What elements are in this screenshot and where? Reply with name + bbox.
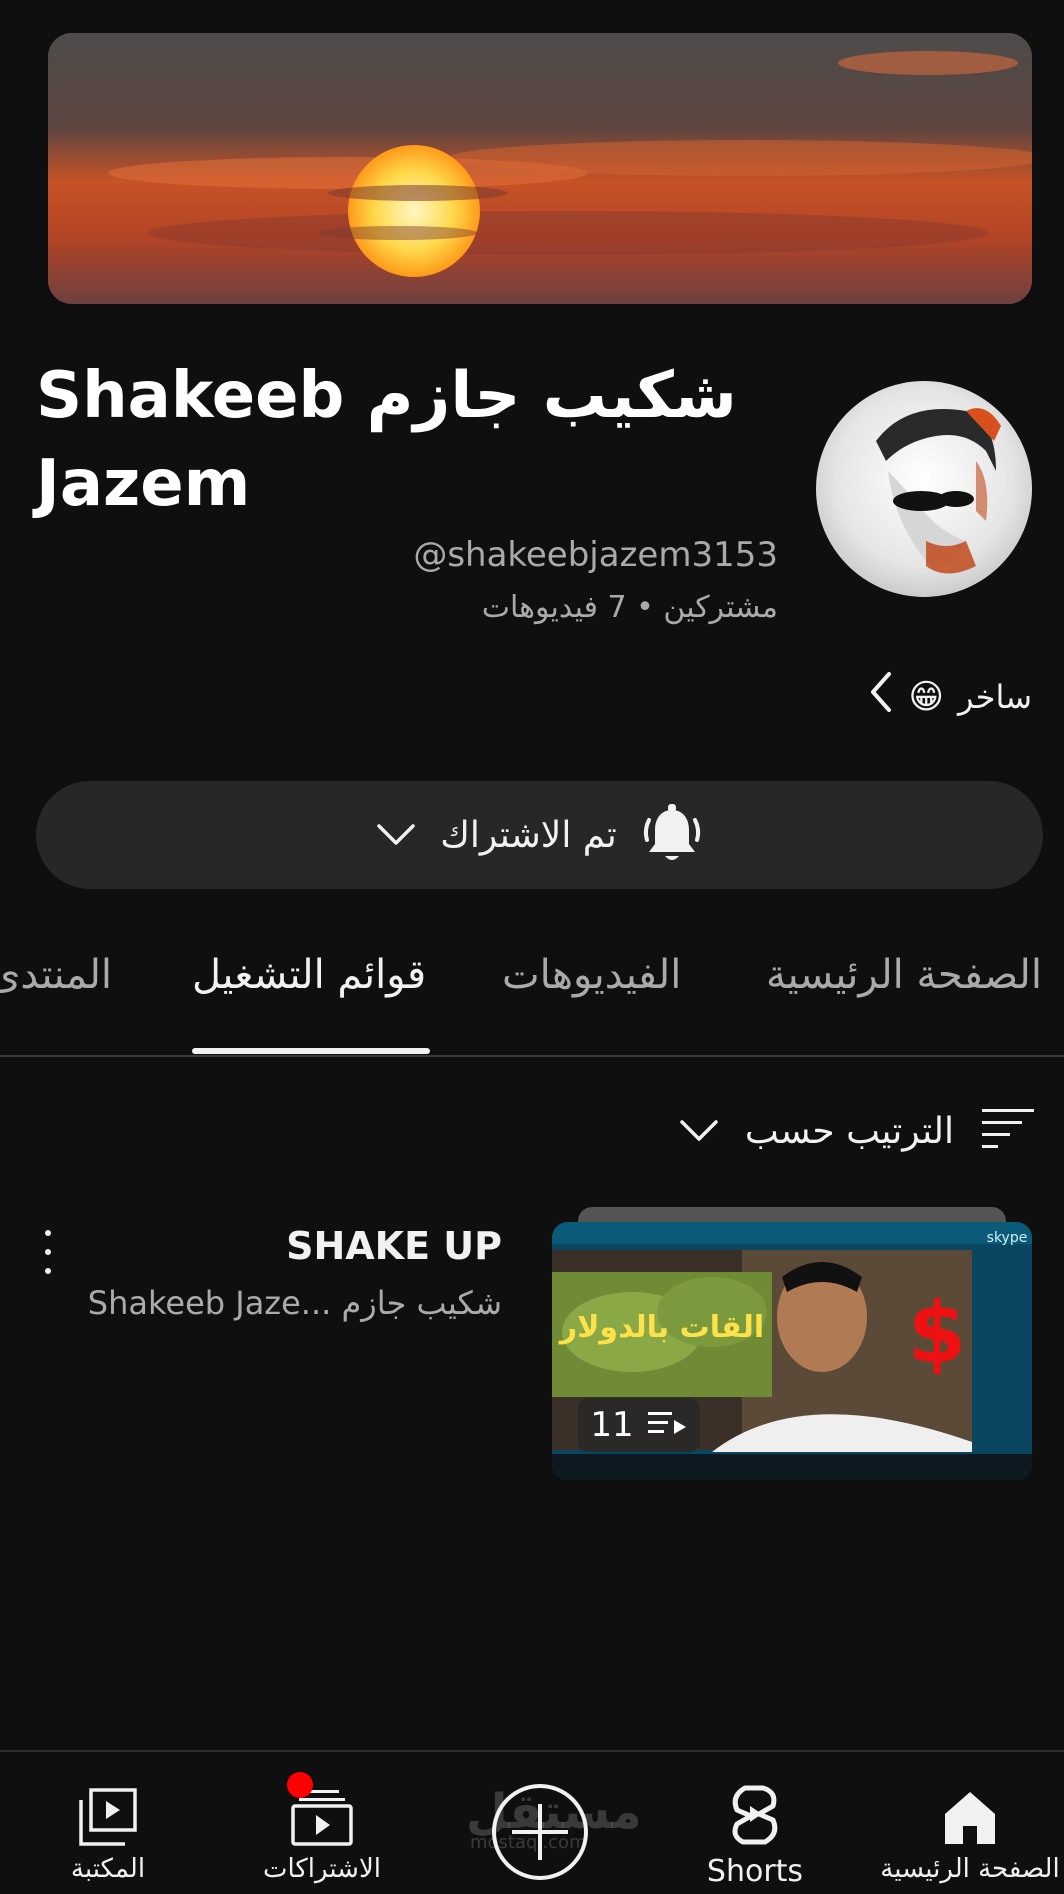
more-options-icon[interactable] [34,1230,62,1274]
sort-label: الترتيب حسب [744,1110,954,1152]
channel-title: شكيب جازم Shakeeb Jazem [36,359,737,521]
tab-home[interactable]: الصفحة الرئيسية [766,952,1042,998]
bell-ring-icon [641,802,703,868]
home-icon [943,1766,997,1846]
tabs-divider [0,1055,1064,1057]
channel-banner [48,33,1032,304]
playlist-stack-edge [578,1207,1006,1223]
shorts-icon [729,1766,781,1846]
nav-home-label: الصفحة الرئيسية [880,1854,1060,1884]
channel-stats: مشتركين • 7 فيديوهات [481,590,778,625]
playlist-owner: شكيب جازم ...Shakeeb Jaze [87,1284,502,1322]
active-tab-indicator [192,1048,430,1054]
channel-avatar[interactable] [816,381,1032,597]
library-icon [79,1766,137,1846]
sort-by-control[interactable]: الترتيب حسب [679,1105,1036,1157]
tab-videos[interactable]: الفيديوهات [502,952,681,998]
video-count-value: 11 [590,1405,634,1445]
playlist-video-count: 11 [578,1398,700,1452]
channel-about-link[interactable]: ساخر 😁 [867,672,1032,722]
chevron-down-icon [376,823,416,847]
subscribed-button[interactable]: تم الاشتراك [36,781,1043,889]
nav-library-label: المكتبة [70,1854,146,1884]
nav-home[interactable]: الصفحة الرئيسية [872,1752,1064,1894]
about-text: ساخر [958,678,1032,716]
chevron-left-icon [867,670,895,724]
watermark-url: mostaql.com [470,1832,587,1853]
nav-shorts-label: Shorts [706,1854,804,1889]
subscribed-label: تم الاشتراك [440,814,617,856]
notification-dot [287,1772,313,1798]
tab-playlists[interactable]: قوائم التشغيل [192,952,426,998]
channel-tabs: الصفحة الرئيسية الفيديوهات قوائم التشغيل… [0,940,1064,1056]
tab-community[interactable]: المنتدى [0,952,112,998]
grinning-emoji-icon: 😁 [908,677,944,717]
nav-shorts[interactable]: Shorts [690,1752,820,1894]
thumbnail-dollar: $ [908,1284,966,1382]
playlist-icon [647,1405,688,1445]
sort-icon [980,1105,1036,1158]
nav-subscriptions[interactable]: الاشتراكات [252,1752,392,1894]
chevron-down-icon [679,1111,719,1152]
playlist-title[interactable]: SHAKE UP [286,1224,502,1268]
channel-handle: @shakeebjazem3153 [413,535,778,575]
thumbnail-skype-label: skype [987,1230,1028,1246]
nav-subscriptions-label: الاشتراكات [262,1854,382,1884]
nav-library[interactable]: المكتبة [44,1752,172,1894]
thumbnail-text: القات بالدولار [558,1310,764,1345]
